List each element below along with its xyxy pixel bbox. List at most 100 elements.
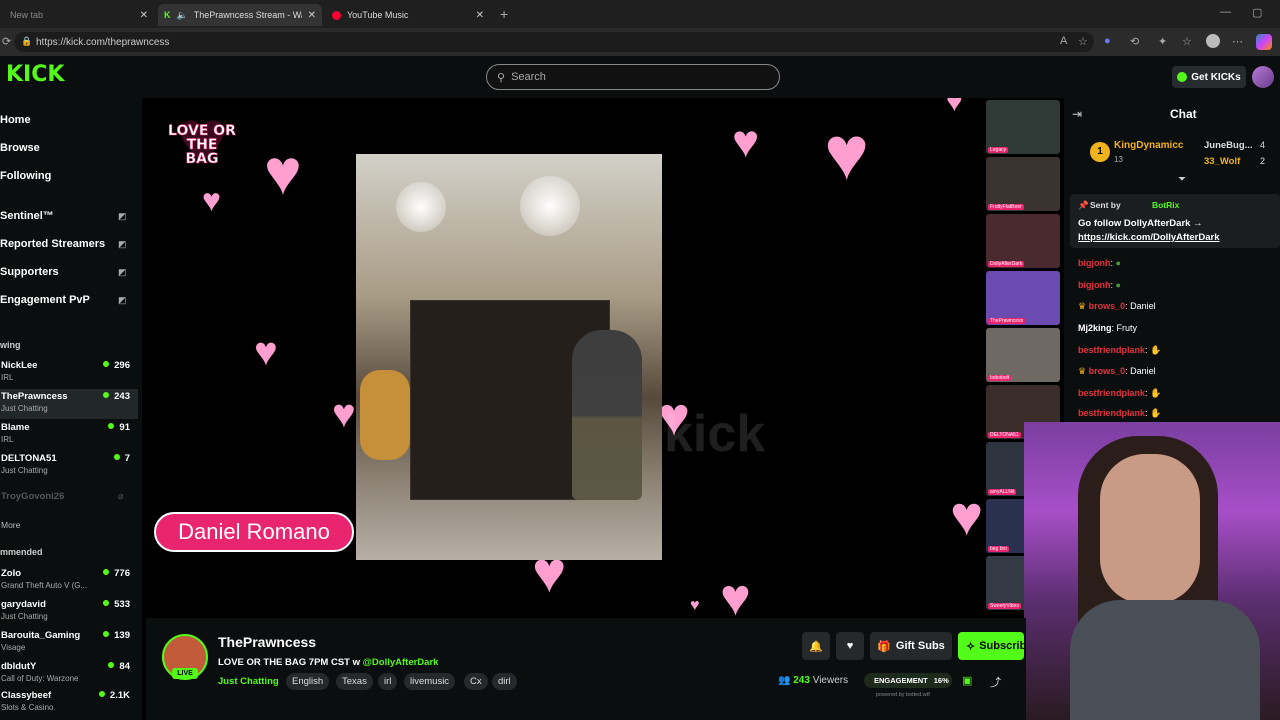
guest-thumbnail[interactable]: ThePrawncess	[986, 271, 1060, 325]
following-section-header: wing	[0, 340, 21, 350]
chat-username[interactable]: bestfriendplank	[1078, 345, 1145, 355]
category-link[interactable]: Just Chatting	[218, 676, 279, 687]
extension-icon[interactable]: ●	[1104, 35, 1111, 47]
sidebar-channel[interactable]: DELTONA51 Just Chatting 7	[0, 453, 138, 483]
pinned-sender[interactable]: BotRix	[1152, 200, 1179, 210]
tab-youtube-music[interactable]: YouTube Music ✕	[326, 4, 490, 26]
sidebar-channel[interactable]: NickLee IRL 296	[0, 360, 138, 390]
copilot-icon[interactable]	[1256, 34, 1272, 50]
sidebar-channel-active[interactable]: ThePrawncess Just Chatting 243	[0, 389, 138, 419]
refresh-extension-icon[interactable]: ⟲	[1130, 35, 1139, 48]
gift-subs-label: Gift Subs	[895, 640, 945, 652]
kick-watermark: kick	[664, 405, 766, 463]
sidebar-item-sentinel[interactable]: Sentinel™	[0, 210, 54, 222]
leaderboard-user[interactable]: 33_Wolf	[1204, 156, 1240, 167]
ceiling-light	[396, 182, 446, 232]
crown-icon: 1	[1090, 142, 1110, 162]
tag[interactable]: English	[286, 673, 330, 690]
kick-logo[interactable]: KICK	[6, 62, 64, 87]
lock-icon: 🔒	[21, 36, 33, 46]
leaderboard-count: 13	[1114, 155, 1123, 164]
sidebar-item-browse[interactable]: Browse	[0, 142, 40, 154]
tag[interactable]: Cx	[464, 673, 488, 690]
sidebar-item-home[interactable]: Home	[0, 114, 31, 126]
sidebar-channel[interactable]: Zolo Grand Theft Auto V (G... 776	[0, 568, 138, 598]
sidebar-channel[interactable]: dbldutY Call of Duty: Warzone 84	[0, 661, 138, 691]
chat-message: bestfriendplank: ✋	[1078, 388, 1162, 398]
chat-username[interactable]: bigjonh	[1078, 258, 1111, 268]
guest-thumbnail[interactable]: DollyAfterDark	[986, 214, 1060, 268]
external-link-icon: ◩	[118, 211, 127, 221]
collapse-chat-icon[interactable]: ⇥	[1072, 107, 1082, 121]
sidebar-item-reported-streamers[interactable]: Reported Streamers	[0, 238, 105, 250]
love-or-the-bag-logo: ♥ LOVE OR THE BAG	[166, 114, 238, 178]
more-icon[interactable]: ⋯	[1232, 35, 1243, 48]
engagement-icon: ▣	[962, 675, 973, 687]
engagement-value: 16%	[933, 676, 949, 685]
sidebar-channel[interactable]: Classybeef Slots & Casino 2.1K	[0, 690, 138, 720]
minimize-icon[interactable]: —	[1220, 6, 1231, 18]
get-kicks-button[interactable]: Get KICKs	[1172, 66, 1246, 88]
avatar[interactable]	[1252, 66, 1274, 88]
channel-name: ThePrawncess	[1, 391, 68, 402]
leaderboard-user[interactable]: KingDynamicc	[1114, 140, 1183, 151]
channel-name: NickLee	[1, 360, 38, 371]
chat-username[interactable]: bestfriendplank	[1078, 388, 1145, 398]
url-field[interactable]: 🔒 https://kick.com/theprawncess	[14, 32, 1094, 52]
maximize-icon[interactable]: ▢	[1252, 6, 1262, 19]
streamer-name[interactable]: ThePrawncess	[218, 634, 316, 650]
pinned-text: Go follow DollyAfterDark →	[1078, 218, 1203, 229]
puzzle-icon[interactable]: ✦	[1158, 35, 1167, 48]
read-aloud-icon[interactable]: A	[1060, 35, 1067, 47]
follow-button[interactable]: ♥	[836, 632, 864, 660]
notification-bell-button[interactable]: 🔔	[802, 632, 830, 660]
offline-channel[interactable]: TroyGovoni26	[1, 491, 64, 502]
name-plate: Daniel Romano	[154, 512, 354, 552]
new-tab-icon[interactable]: +	[500, 6, 508, 22]
sidebar-channel[interactable]: Blame IRL 91	[0, 422, 138, 452]
chat-username[interactable]: brows_0	[1089, 366, 1126, 376]
sidebar-item-following[interactable]: Following	[0, 170, 51, 182]
close-icon[interactable]: ✕	[476, 10, 484, 21]
chat-username[interactable]: brows_0	[1089, 301, 1126, 311]
gift-subs-button[interactable]: 🎁 Gift Subs	[870, 632, 952, 660]
tab-kick[interactable]: K 🔈 ThePrawncess Stream - Watch ✕	[158, 4, 322, 26]
pinned-link[interactable]: https://kick.com/DollyAfterDark	[1078, 232, 1219, 243]
tag[interactable]: irl	[378, 673, 398, 690]
close-icon[interactable]: ✕	[308, 10, 316, 21]
tag[interactable]: dirl	[492, 673, 517, 690]
sidebar-item-supporters[interactable]: Supporters	[0, 266, 59, 278]
chat-message: ♛ brows_0: Daniel	[1078, 366, 1156, 376]
channel-category: IRL	[1, 373, 14, 382]
sidebar-channel[interactable]: garydavid Just Chatting 533	[0, 599, 138, 629]
guest-thumbnail[interactable]: Legacy	[986, 100, 1060, 154]
speaker-icon[interactable]: 🔈	[177, 10, 188, 21]
profile-icon[interactable]	[1206, 34, 1220, 48]
expand-icon[interactable]: ⏷	[1178, 174, 1186, 185]
offline-icon: ⌀	[118, 491, 124, 501]
external-link-icon: ◩	[118, 239, 127, 249]
guest-thumbnail[interactable]: FruttyFlatBeer	[986, 157, 1060, 211]
reload-icon[interactable]: ⟳	[2, 35, 11, 48]
favorite-star-icon[interactable]: ☆	[1078, 35, 1088, 48]
webcam-person-shirt	[1070, 600, 1260, 720]
subscribe-button[interactable]: ✧ Subscribe	[958, 632, 1024, 660]
close-icon[interactable]: ✕	[140, 10, 148, 21]
share-icon[interactable]: ⤴	[990, 674, 1001, 690]
thumb-label: beg bro	[988, 546, 1009, 552]
thumb-label: DollyAfterDark	[988, 261, 1025, 267]
collections-icon[interactable]: ☆	[1182, 35, 1192, 48]
sidebar-channel[interactable]: Barouita_Gaming Visage 139	[0, 630, 138, 660]
stream-title-mention[interactable]: @DollyAfterDark	[363, 657, 439, 668]
tab-new[interactable]: New tab ✕	[4, 4, 154, 26]
chat-username[interactable]: Mj2king	[1078, 323, 1112, 333]
show-more-link[interactable]: More	[1, 520, 20, 530]
guest-thumbnail[interactable]: bobobolt	[986, 328, 1060, 382]
leaderboard-user[interactable]: JuneBug...	[1204, 140, 1253, 151]
search-input[interactable]: ⚲ Search	[486, 64, 780, 90]
sidebar-item-engagement-pvp[interactable]: Engagement PvP	[0, 294, 90, 306]
tag[interactable]: Texas	[336, 673, 373, 690]
tag[interactable]: livemusic	[404, 673, 456, 690]
chat-username[interactable]: bestfriendplank	[1078, 408, 1145, 418]
chat-username[interactable]: bigjonh	[1078, 280, 1111, 290]
